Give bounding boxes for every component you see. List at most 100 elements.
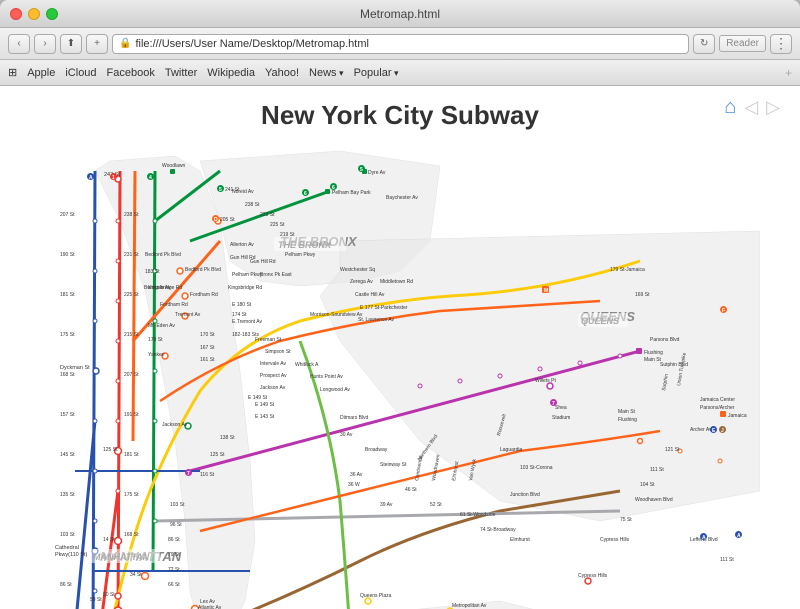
subway-map: THE BRONX MANHATTAN QUEENS 242 St Dyckma… bbox=[0, 141, 800, 609]
svg-text:96 St: 96 St bbox=[170, 522, 182, 528]
svg-text:138 St: 138 St bbox=[220, 435, 235, 441]
svg-text:A: A bbox=[737, 533, 741, 539]
svg-text:111 St: 111 St bbox=[650, 467, 664, 473]
svg-text:36 Av: 36 Av bbox=[350, 472, 363, 478]
svg-text:61 St-Woodside: 61 St-Woodside bbox=[460, 512, 496, 518]
svg-text:86 St: 86 St bbox=[60, 582, 72, 588]
bookmark-wikipedia[interactable]: Wikipedia bbox=[207, 67, 255, 79]
traffic-lights bbox=[10, 8, 58, 20]
bookmark-facebook[interactable]: Facebook bbox=[107, 67, 155, 79]
svg-text:Jackson Av: Jackson Av bbox=[260, 385, 286, 391]
svg-text:215 St: 215 St bbox=[124, 332, 139, 338]
prev-arrow[interactable]: ◁ bbox=[744, 97, 758, 118]
svg-text:Main St: Main St bbox=[618, 409, 636, 415]
svg-text:4: 4 bbox=[149, 175, 152, 181]
svg-text:46 St: 46 St bbox=[405, 487, 417, 493]
svg-text:181 St: 181 St bbox=[124, 452, 139, 458]
map-svg: THE BRONX MANHATTAN QUEENS 242 St Dyckma… bbox=[0, 141, 760, 609]
svg-text:Simpson St: Simpson St bbox=[265, 349, 291, 355]
home-icon[interactable]: ⌂ bbox=[724, 96, 736, 119]
svg-text:7: 7 bbox=[187, 471, 190, 477]
svg-text:Archer Av: Archer Av bbox=[690, 427, 712, 433]
svg-text:Fordham Rd: Fordham Rd bbox=[190, 292, 218, 298]
svg-text:74 St-Broadway: 74 St-Broadway bbox=[480, 527, 516, 533]
svg-text:175 St: 175 St bbox=[60, 332, 75, 338]
svg-text:238 St: 238 St bbox=[245, 202, 260, 208]
svg-text:Hunts Point Av: Hunts Point Av bbox=[310, 374, 343, 380]
svg-text:Continental: Continental bbox=[414, 455, 424, 481]
svg-text:231 St: 231 St bbox=[124, 252, 139, 258]
share-button[interactable]: ⬆ bbox=[60, 34, 82, 54]
svg-text:125 St: 125 St bbox=[103, 447, 118, 453]
bookmark-apple[interactable]: Apple bbox=[27, 67, 55, 79]
svg-text:179 St-Jamaica: 179 St-Jamaica bbox=[610, 267, 645, 273]
svg-text:Mt. Eden Av: Mt. Eden Av bbox=[148, 323, 175, 329]
svg-text:174 St: 174 St bbox=[232, 312, 247, 318]
svg-text:79 St: 79 St bbox=[168, 552, 180, 558]
svg-text:Pelham Pkwy: Pelham Pkwy bbox=[285, 252, 316, 258]
svg-text:157 St: 157 St bbox=[60, 412, 75, 418]
svg-text:Bronx Pk East: Bronx Pk East bbox=[260, 272, 292, 278]
minimize-button[interactable] bbox=[28, 8, 40, 20]
settings-button[interactable]: ⋮ bbox=[770, 34, 792, 54]
svg-text:Kingsbridge Rd: Kingsbridge Rd bbox=[228, 285, 262, 291]
bookmark-icloud[interactable]: iCloud bbox=[65, 67, 96, 79]
svg-text:M: M bbox=[544, 288, 548, 294]
close-button[interactable] bbox=[10, 8, 22, 20]
svg-text:Pelham Bay Park: Pelham Bay Park bbox=[332, 190, 371, 196]
svg-text:34 St: 34 St bbox=[130, 572, 142, 578]
svg-text:Queens Plaza: Queens Plaza bbox=[360, 593, 392, 599]
svg-text:Cypress Hills: Cypress Hills bbox=[578, 573, 608, 579]
window-title: Metromap.html bbox=[360, 7, 440, 21]
bookmark-popular[interactable]: Popular bbox=[354, 67, 399, 79]
nav-bar: ‹ › ⬆ + 🔒 file:///Users/User Name/Deskto… bbox=[0, 28, 800, 60]
svg-text:Junction Blvd: Junction Blvd bbox=[510, 492, 540, 498]
bookmark-yahoo[interactable]: Yahoo! bbox=[265, 67, 299, 79]
svg-text:169 St: 169 St bbox=[635, 292, 650, 298]
svg-text:E 180 St: E 180 St bbox=[232, 302, 252, 308]
forward-button[interactable]: › bbox=[34, 34, 56, 54]
svg-text:Ditmars Blvd: Ditmars Blvd bbox=[340, 415, 369, 421]
svg-text:E 143 St: E 143 St bbox=[255, 414, 275, 420]
svg-text:66 St: 66 St bbox=[168, 582, 180, 588]
svg-text:36 W: 36 W bbox=[348, 482, 360, 488]
svg-text:168 St: 168 St bbox=[124, 532, 139, 538]
svg-text:Castle Hill Av: Castle Hill Av bbox=[355, 292, 385, 298]
svg-text:Baychester Av: Baychester Av bbox=[386, 195, 418, 201]
svg-text:125 St: 125 St bbox=[210, 452, 225, 458]
svg-text:St. Lawrence Av: St. Lawrence Av bbox=[358, 317, 395, 323]
svg-text:39 Av: 39 Av bbox=[380, 502, 393, 508]
svg-text:14 St: 14 St bbox=[103, 537, 115, 543]
svg-text:Broadway: Broadway bbox=[365, 447, 388, 453]
plus-button[interactable]: + bbox=[86, 34, 108, 54]
svg-text:Jamaica: Jamaica bbox=[728, 413, 747, 419]
back-button[interactable]: ‹ bbox=[8, 34, 30, 54]
svg-text:6: 6 bbox=[332, 185, 335, 191]
reader-button[interactable]: Reader bbox=[719, 35, 766, 52]
svg-text:170 St: 170 St bbox=[200, 332, 215, 338]
svg-text:190 St: 190 St bbox=[60, 252, 75, 258]
svg-text:Longwood Av: Longwood Av bbox=[320, 387, 350, 393]
refresh-button[interactable]: ↻ bbox=[693, 34, 715, 54]
address-bar[interactable]: 🔒 file:///Users/User Name/Desktop/Metrom… bbox=[112, 34, 689, 54]
svg-text:182-183 Sts: 182-183 Sts bbox=[232, 332, 259, 338]
svg-text:145 St: 145 St bbox=[60, 452, 75, 458]
address-text: file:///Users/User Name/Desktop/Metromap… bbox=[135, 38, 369, 50]
svg-text:MANHATTAN: MANHATTAN bbox=[93, 552, 150, 562]
svg-text:30 Av: 30 Av bbox=[340, 432, 353, 438]
content-area: ⌂ ◁ ▷ New York City Subway bbox=[0, 86, 800, 609]
svg-text:A: A bbox=[702, 535, 706, 541]
page-content: ⌂ ◁ ▷ New York City Subway bbox=[0, 86, 800, 609]
bookmark-news[interactable]: News bbox=[309, 67, 344, 79]
svg-text:Shea: Shea bbox=[555, 405, 567, 411]
svg-text:50 St: 50 St bbox=[103, 592, 115, 598]
next-arrow[interactable]: ▷ bbox=[766, 97, 780, 118]
add-bookmark[interactable]: + bbox=[785, 66, 792, 80]
svg-text:Flushing: Flushing bbox=[618, 417, 637, 423]
maximize-button[interactable] bbox=[46, 8, 58, 20]
svg-text:Woodhaven Blvd: Woodhaven Blvd bbox=[635, 497, 673, 503]
bookmarks-icon[interactable]: ⊞ bbox=[8, 66, 17, 79]
svg-text:225 St: 225 St bbox=[270, 222, 285, 228]
title-bar: Metromap.html bbox=[0, 0, 800, 28]
bookmark-twitter[interactable]: Twitter bbox=[165, 67, 197, 79]
